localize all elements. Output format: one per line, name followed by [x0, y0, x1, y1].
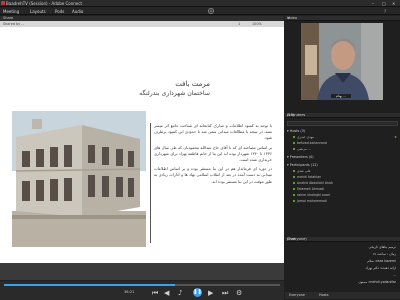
attendee-row[interactable]: jamal mohammadi — [293, 199, 327, 203]
building-photo — [12, 111, 146, 247]
group-hosts[interactable]: ▾ Hosts (3) — [287, 129, 305, 133]
menu-bar: Meeting Layouts Pods Audio ? — [0, 7, 400, 15]
chat-message: ترمیم بناهای تاریخی — [368, 245, 396, 249]
step-back-icon[interactable]: ◀ — [164, 289, 169, 297]
attendee-row[interactable]: rahim khaleghi araei — [293, 193, 330, 197]
slide-paragraph: بر اساس مصاحبه ای که با آقای حاج عبدالله… — [154, 144, 273, 163]
share-pod-title: Share — [3, 16, 14, 20]
slide-title: مرمت بافت — [175, 80, 210, 88]
maximize-icon[interactable]: □ — [382, 1, 386, 6]
share-pod: Share Shared by ... 1 100% مرمت بافت ساخ… — [0, 16, 284, 280]
recording-icon — [208, 8, 214, 14]
page-number[interactable]: 1 — [238, 22, 240, 26]
attendee-pod: Attendees (15) ▾ Hosts (3) مهدی حیدری be… — [285, 113, 400, 233]
settings-icon[interactable]: ⚙ — [236, 289, 242, 297]
play-pause-button[interactable]: ❚❚ — [193, 288, 202, 297]
attendee-row[interactable]: مرتضی ... — [293, 147, 311, 151]
connect-window: BaadrehTV (Session) - Adobe Connect – □ … — [0, 0, 400, 300]
slide-paragraph: با توجه به کمبود اطلاعات و مدارک کتابخان… — [154, 123, 272, 141]
chat-message: زمان : ساعت ۱۷ — [372, 252, 396, 256]
chat-pod: Chat (Everyone) ترمیم بناهای تاریخی زمان… — [285, 237, 400, 299]
video-feed: بهنام ... — [301, 23, 383, 100]
attendee-pod-header: Attendees (15) — [285, 113, 400, 118]
slide-subtitle: ساختمان شهرداری بندرلنگه — [139, 90, 210, 97]
video-pod-header: Video ≡ — [285, 16, 400, 21]
help-icon[interactable]: ? — [384, 9, 386, 14]
forward-icon[interactable]: ⏭ — [222, 289, 228, 297]
pod-menu-icon[interactable]: ≡ — [287, 16, 398, 20]
progress-fill — [4, 284, 176, 286]
presenter-video — [301, 23, 383, 100]
close-icon[interactable]: ✕ — [392, 1, 395, 6]
menu-pods[interactable]: Pods — [55, 9, 64, 14]
shared-by-label: Shared by ... — [3, 22, 25, 26]
window-title: BaadrehTV (Session) - Adobe Connect — [6, 1, 83, 6]
menu-meeting[interactable]: Meeting — [3, 9, 19, 14]
chat-pod-header: Chat (Everyone) — [285, 237, 400, 242]
title-bar: BaadrehTV (Session) - Adobe Connect – □ … — [0, 0, 400, 7]
tab-hosts[interactable]: Hosts — [319, 293, 329, 297]
chat-message: reza kazemi: سلام — [367, 259, 396, 263]
chat-message: ارائه دهنده: دکتر بهزاد — [365, 266, 396, 270]
slide-body: با توجه به کمبود اطلاعات و مدارک کتابخان… — [150, 123, 272, 243]
group-presenters[interactable]: ▾ Presenters (0) — [287, 155, 314, 159]
attendee-row[interactable]: Anahid Abdollahi bhah — [293, 181, 333, 185]
presenter-name-tag: بهنام ... — [331, 94, 351, 98]
attendee-row[interactable]: مهدی حیدری — [293, 135, 314, 139]
tab-everyone[interactable]: Everyone — [289, 293, 305, 297]
host-badge-icon: ★ — [394, 135, 397, 139]
group-participants[interactable]: ▾ Participants (12) — [287, 163, 318, 167]
rewind-icon[interactable]: ⏮ — [152, 289, 158, 297]
playback-bar: 36:21 ⏮ ◀ ♪ ❚❚ ▶ ⏭ ⚙ — [0, 281, 284, 300]
attendee-search-input[interactable] — [287, 121, 398, 126]
chat-message: ... — [392, 273, 396, 277]
playback-time: 36:21 — [124, 290, 135, 294]
attendee-row[interactable]: علی عبدی — [293, 169, 311, 173]
menu-audio[interactable]: Audio — [72, 9, 83, 14]
step-forward-icon[interactable]: ▶ — [208, 289, 213, 297]
volume-icon[interactable]: ♪ — [178, 289, 182, 297]
minimize-icon[interactable]: – — [372, 1, 374, 6]
attendee-row[interactable]: behzad.baharvand — [293, 141, 327, 145]
presentation-slide: مرمت بافت ساختمان شهرداری بندرلنگه با تو… — [0, 27, 284, 263]
attendee-row[interactable]: mehdi fatahian — [293, 175, 321, 179]
zoom-level[interactable]: 100% — [252, 22, 262, 26]
adobe-connect-icon — [1, 1, 5, 5]
chat-message: mehdi.yzdanifar: ممنون — [358, 280, 396, 284]
slide-paragraph: در دوره ای فرماندار هم در این بنا مستقر … — [154, 166, 272, 184]
menu-layouts[interactable]: Layouts — [30, 9, 46, 14]
attendee-count: (15) — [287, 113, 295, 117]
right-panel: Video ≡ بهنام ... Attendees (15) ▾ Hosts… — [285, 16, 400, 300]
chat-tabs: Everyone Hosts — [285, 292, 400, 299]
chat-scope: (Everyone) — [287, 237, 307, 241]
attendee-row[interactable]: Fatemeh Ahmadi — [293, 187, 324, 191]
